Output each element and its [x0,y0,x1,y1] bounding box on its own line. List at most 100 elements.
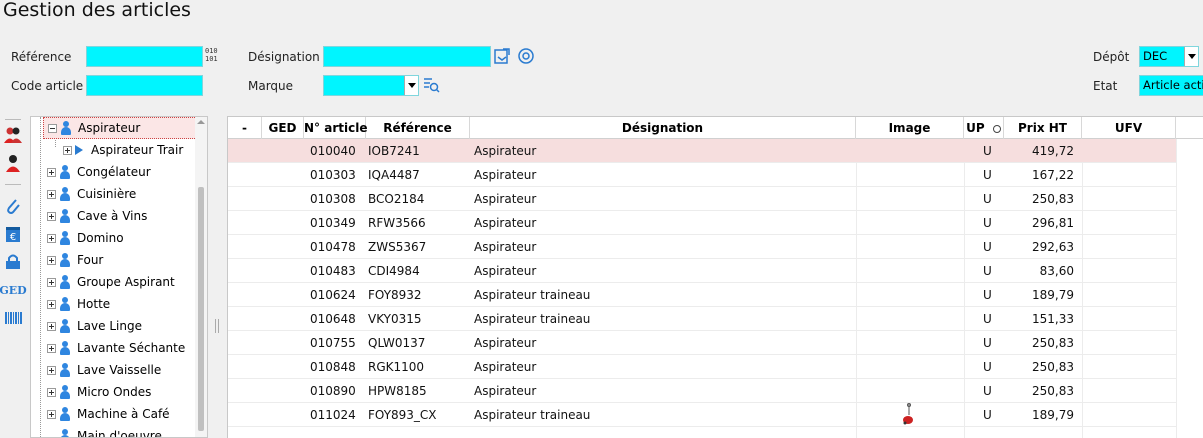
cell-num: 010040 [310,144,356,158]
tree-item-four[interactable]: Four [47,249,207,271]
cell-up: U [983,168,992,182]
tree-scroll-thumb[interactable] [198,187,204,431]
col-select[interactable]: - [228,117,262,139]
users-icon[interactable] [3,125,23,145]
marque-select[interactable] [323,75,419,96]
expand-icon[interactable] [47,277,56,287]
tree-item-machine-a-cafe[interactable]: Machine à Café [47,403,207,425]
expand-icon[interactable] [47,211,56,221]
tree-item-micro-ondes[interactable]: Micro Ondes [47,381,207,403]
expand-icon[interactable] [47,167,56,177]
search-list-icon[interactable] [422,76,440,94]
table-row[interactable]: 010483 CDI4984 Aspirateur U 83,60 [228,259,1176,283]
expand-icon[interactable] [47,387,56,397]
table-row[interactable]: 010303 IQA4487 Aspirateur U 167,22 [228,163,1176,187]
col-image[interactable]: Image [856,117,964,139]
tree-item-lavante-sechante[interactable]: Lavante Séchante [47,337,207,359]
expand-icon[interactable] [47,343,56,353]
col-num-article[interactable]: N° article [304,117,367,139]
barcode-icon[interactable] [3,308,23,328]
scroll-up-icon[interactable] [197,120,205,124]
person-icon [59,165,71,179]
expand-icon[interactable] [47,189,56,199]
expand-icon[interactable] [47,233,56,243]
col-up[interactable]: UP [964,117,1004,139]
refresh-search-icon[interactable] [494,47,512,65]
col-ufv[interactable]: UFV [1082,117,1176,139]
reference-input[interactable] [86,46,203,67]
table-row[interactable]: 010349 RFW3566 Aspirateur U 296,81 [228,211,1176,235]
table-row[interactable]: 010755 QLW0137 Aspirateur U 250,83 [228,331,1176,355]
designation-input[interactable] [323,46,491,67]
tree-item-label: Lavante Séchante [77,341,186,355]
tree-item-aspirateur-traineau[interactable]: Aspirateur Trair [63,139,207,161]
reference-label: Référence [11,50,72,64]
table-row[interactable]: 011024 FOY893_CX Aspirateur traineau U 189,7… [228,403,1176,427]
table-row[interactable]: 010624 FOY8932 Aspirateur traineau U 189,79 [228,283,1176,307]
expand-icon[interactable] [47,321,56,331]
tree-item-congelateur[interactable]: Congélateur [47,161,207,183]
tree-item-label: Lave Vaisselle [77,363,162,377]
person-icon [59,319,71,333]
cell-prix: 419,72 [1032,144,1074,158]
table-row[interactable]: 010648 VKY0315 Aspirateur traineau U 151,33 [228,307,1176,331]
expand-icon[interactable] [47,365,56,375]
person-icon [59,297,71,311]
cell-des: Aspirateur [474,384,537,398]
expand-icon[interactable] [47,255,56,265]
col-prix-ht[interactable]: Prix HT [1004,117,1082,139]
col-reference[interactable]: Référence [366,117,470,139]
ged-icon[interactable]: GED [0,280,27,300]
tree-item-domino[interactable]: Domino [47,227,207,249]
tree-item-label: Domino [77,231,124,245]
expand-icon[interactable] [63,145,72,155]
expand-icon[interactable] [47,409,56,419]
tree-item-cave-a-vins[interactable]: Cave à Vins [47,205,207,227]
cell-prix: 296,81 [1032,216,1074,230]
col-ged[interactable]: GED [262,117,304,139]
table-row[interactable]: 010848 RGK1100 Aspirateur U 250,83 [228,355,1176,379]
tree-item-lave-linge[interactable]: Lave Linge [47,315,207,337]
tree-item-aspirateur[interactable]: Aspirateur [43,117,205,139]
tree-item-label: Hotte [77,297,111,311]
etat-select[interactable]: Article actif [1139,75,1203,96]
col-up-label: UP [966,121,985,135]
tree-item-label: Four [77,253,104,267]
category-tree: Aspirateur Aspirateur Trair Congélateur … [30,116,208,438]
collapse-icon[interactable] [48,123,57,133]
expand-icon[interactable] [47,299,56,309]
paperclip-icon[interactable] [3,196,23,216]
binary-code-icon[interactable]: 010 101 [205,47,223,65]
cell-ref: CDI4984 [368,264,420,278]
cell-num: 010848 [310,360,356,374]
euro-calendar-icon[interactable]: € [3,224,23,244]
cell-ref: VKY0315 [368,312,422,326]
table-row[interactable]: 010478 ZWS5367 Aspirateur U 292,63 [228,235,1176,259]
col-designation[interactable]: Désignation [470,117,856,139]
tree-item-lave-vaisselle[interactable]: Lave Vaisselle [47,359,207,381]
cell-des: Aspirateur [474,264,537,278]
tree-item-main-doeuvre[interactable]: Main d'oeuvre [47,425,207,437]
table-row[interactable]: 010040 IOB7241 Aspirateur U 419,72 [228,139,1176,163]
table-row[interactable]: 010308 BCO2184 Aspirateur U 250,83 [228,187,1176,211]
tree-item-hotte[interactable]: Hotte [47,293,207,315]
cell-num: 010478 [310,240,356,254]
panel-splitter[interactable] [215,319,219,333]
cell-des: Aspirateur [474,192,537,206]
chevron-down-icon[interactable] [404,76,418,95]
cell-ref: FOY8932 [368,288,422,302]
tree-item-groupe-aspirant[interactable]: Groupe Aspirant [47,271,207,293]
lock-icon[interactable] [3,252,23,272]
user-icon[interactable] [3,153,23,173]
target-search-icon[interactable] [517,47,535,65]
cell-up: U [983,408,992,422]
depot-select[interactable]: DEC [1139,46,1199,67]
code-article-input[interactable] [86,75,203,96]
search-icon[interactable] [992,125,1001,133]
tree-scrollbar[interactable] [195,117,207,437]
cell-ref: BCO2184 [368,192,425,206]
table-row[interactable]: 010890 HPW8185 Aspirateur U 250,83 [228,379,1176,403]
tree-item-cuisiniere[interactable]: Cuisinière [47,183,207,205]
chevron-down-icon[interactable] [1184,47,1198,66]
cell-num: 010648 [310,312,356,326]
